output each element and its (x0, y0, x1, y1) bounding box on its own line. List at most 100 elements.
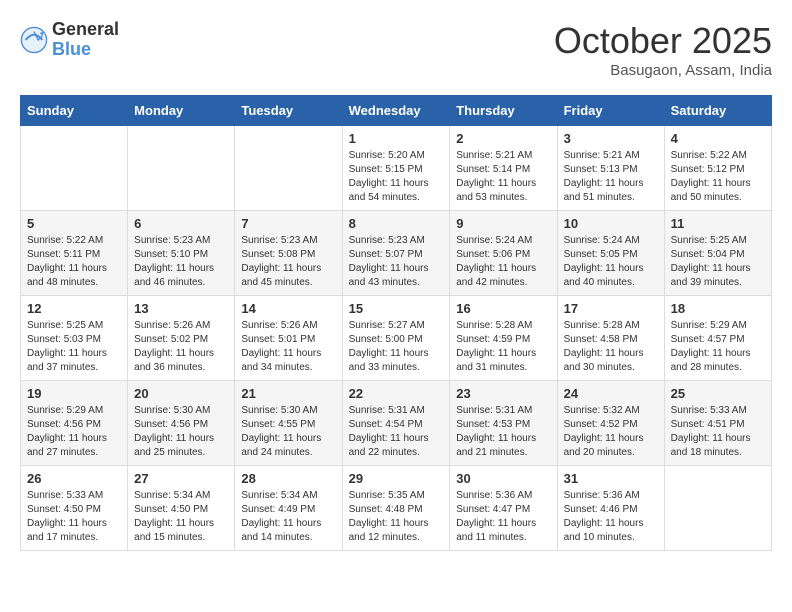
calendar-cell: 9Sunrise: 5:24 AM Sunset: 5:06 PM Daylig… (450, 211, 557, 296)
calendar-cell: 11 Sunrise: 5:25 AM Sunset: 5:04 PM Dayli… (664, 211, 771, 296)
day-info: Sunrise: 5:31 AM Sunset: 4:54 PM Dayligh… (349, 404, 444, 460)
day-info: Sunrise: 5:23 AM Sunset: 5:08 PM Dayligh… (241, 234, 335, 290)
weekday-header-sunday: Sunday (21, 96, 128, 126)
calendar-cell: 4Sunrise: 5:22 AM Sunset: 5:12 PM Daylig… (664, 126, 771, 211)
calendar-cell: 31 Sunrise: 5:36 AM Sunset: 4:46 PM Dayli… (557, 466, 664, 551)
calendar-cell (664, 466, 771, 551)
calendar-cell: 7Sunrise: 5:23 AM Sunset: 5:08 PM Daylig… (235, 211, 342, 296)
calendar-cell (128, 126, 235, 211)
day-number: 23 (456, 386, 550, 401)
location: Basugaon, Assam, India (554, 62, 772, 79)
day-info: Sunrise: 5:33 AM Sunset: 4:51 PM Dayligh… (671, 404, 765, 460)
month-title: October 2025 (554, 20, 772, 62)
day-info: Sunrise: 5:24 AM Sunset: 5:06 PM Dayligh… (456, 234, 550, 290)
day-number: 12 (27, 301, 121, 316)
day-number: 8 (349, 216, 444, 231)
logo-general: General (52, 20, 119, 40)
day-number: 30 (456, 471, 550, 486)
week-row-5: 26Sunrise: 5:33 AM Sunset: 4:50 PM Dayli… (21, 466, 772, 551)
calendar-cell: 30 Sunrise: 5:36 AM Sunset: 4:47 PM Dayli… (450, 466, 557, 551)
day-number: 1 (349, 131, 444, 146)
logo-icon (20, 26, 48, 54)
day-info: Sunrise: 5:22 AM Sunset: 5:11 PM Dayligh… (27, 234, 121, 290)
week-row-4: 19 Sunrise: 5:29 AM Sunset: 4:56 PM Dayli… (21, 381, 772, 466)
calendar-cell: 22Sunrise: 5:31 AM Sunset: 4:54 PM Dayli… (342, 381, 450, 466)
day-info: Sunrise: 5:25 AM Sunset: 5:03 PM Dayligh… (27, 319, 121, 375)
day-info: Sunrise: 5:23 AM Sunset: 5:07 PM Dayligh… (349, 234, 444, 290)
day-number: 11 (671, 216, 765, 231)
day-info: Sunrise: 5:24 AM Sunset: 5:05 PM Dayligh… (564, 234, 658, 290)
day-number: 16 (456, 301, 550, 316)
day-number: 14 (241, 301, 335, 316)
day-info: Sunrise: 5:21 AM Sunset: 5:14 PM Dayligh… (456, 149, 550, 205)
calendar-cell: 16 Sunrise: 5:28 AM Sunset: 4:59 PM Dayli… (450, 296, 557, 381)
calendar-cell: 21Sunrise: 5:30 AM Sunset: 4:55 PM Dayli… (235, 381, 342, 466)
weekday-header-row: SundayMondayTuesdayWednesdayThursdayFrid… (21, 96, 772, 126)
calendar-cell: 18Sunrise: 5:29 AM Sunset: 4:57 PM Dayli… (664, 296, 771, 381)
calendar-cell: 26Sunrise: 5:33 AM Sunset: 4:50 PM Dayli… (21, 466, 128, 551)
day-number: 17 (564, 301, 658, 316)
calendar-cell (235, 126, 342, 211)
calendar-cell: 23 Sunrise: 5:31 AM Sunset: 4:53 PM Dayli… (450, 381, 557, 466)
calendar-cell: 8 Sunrise: 5:23 AM Sunset: 5:07 PM Daylig… (342, 211, 450, 296)
calendar-cell (21, 126, 128, 211)
day-info: Sunrise: 5:35 AM Sunset: 4:48 PM Dayligh… (349, 489, 444, 545)
logo: General Blue (20, 20, 119, 60)
calendar-cell: 25 Sunrise: 5:33 AM Sunset: 4:51 PM Dayli… (664, 381, 771, 466)
day-number: 27 (134, 471, 228, 486)
calendar-cell: 6 Sunrise: 5:23 AM Sunset: 5:10 PM Daylig… (128, 211, 235, 296)
day-number: 2 (456, 131, 550, 146)
day-info: Sunrise: 5:23 AM Sunset: 5:10 PM Dayligh… (134, 234, 228, 290)
page-header: General Blue October 2025 Basugaon, Assa… (20, 20, 772, 79)
day-info: Sunrise: 5:36 AM Sunset: 4:46 PM Dayligh… (564, 489, 658, 545)
calendar-cell: 10 Sunrise: 5:24 AM Sunset: 5:05 PM Dayli… (557, 211, 664, 296)
day-number: 4 (671, 131, 765, 146)
calendar-cell: 2 Sunrise: 5:21 AM Sunset: 5:14 PM Daylig… (450, 126, 557, 211)
weekday-header-wednesday: Wednesday (342, 96, 450, 126)
day-info: Sunrise: 5:26 AM Sunset: 5:02 PM Dayligh… (134, 319, 228, 375)
day-info: Sunrise: 5:25 AM Sunset: 5:04 PM Dayligh… (671, 234, 765, 290)
day-info: Sunrise: 5:28 AM Sunset: 4:59 PM Dayligh… (456, 319, 550, 375)
day-number: 31 (564, 471, 658, 486)
calendar-cell: 12 Sunrise: 5:25 AM Sunset: 5:03 PM Dayli… (21, 296, 128, 381)
day-number: 5 (27, 216, 121, 231)
day-info: Sunrise: 5:29 AM Sunset: 4:56 PM Dayligh… (27, 404, 121, 460)
day-info: Sunrise: 5:21 AM Sunset: 5:13 PM Dayligh… (564, 149, 658, 205)
calendar-cell: 20 Sunrise: 5:30 AM Sunset: 4:56 PM Dayli… (128, 381, 235, 466)
calendar-cell: 13 Sunrise: 5:26 AM Sunset: 5:02 PM Dayli… (128, 296, 235, 381)
calendar-cell: 1 Sunrise: 5:20 AM Sunset: 5:15 PM Daylig… (342, 126, 450, 211)
day-info: Sunrise: 5:36 AM Sunset: 4:47 PM Dayligh… (456, 489, 550, 545)
day-number: 19 (27, 386, 121, 401)
day-number: 29 (349, 471, 444, 486)
week-row-1: 1 Sunrise: 5:20 AM Sunset: 5:15 PM Daylig… (21, 126, 772, 211)
day-number: 6 (134, 216, 228, 231)
day-info: Sunrise: 5:20 AM Sunset: 5:15 PM Dayligh… (349, 149, 444, 205)
day-info: Sunrise: 5:28 AM Sunset: 4:58 PM Dayligh… (564, 319, 658, 375)
day-number: 25 (671, 386, 765, 401)
day-info: Sunrise: 5:31 AM Sunset: 4:53 PM Dayligh… (456, 404, 550, 460)
calendar-cell: 14Sunrise: 5:26 AM Sunset: 5:01 PM Dayli… (235, 296, 342, 381)
day-info: Sunrise: 5:30 AM Sunset: 4:56 PM Dayligh… (134, 404, 228, 460)
weekday-header-tuesday: Tuesday (235, 96, 342, 126)
week-row-3: 12 Sunrise: 5:25 AM Sunset: 5:03 PM Dayli… (21, 296, 772, 381)
day-number: 26 (27, 471, 121, 486)
day-info: Sunrise: 5:32 AM Sunset: 4:52 PM Dayligh… (564, 404, 658, 460)
day-info: Sunrise: 5:34 AM Sunset: 4:50 PM Dayligh… (134, 489, 228, 545)
calendar-cell: 29 Sunrise: 5:35 AM Sunset: 4:48 PM Dayli… (342, 466, 450, 551)
day-number: 10 (564, 216, 658, 231)
day-number: 13 (134, 301, 228, 316)
title-block: October 2025 Basugaon, Assam, India (554, 20, 772, 79)
day-info: Sunrise: 5:34 AM Sunset: 4:49 PM Dayligh… (241, 489, 335, 545)
day-number: 3 (564, 131, 658, 146)
calendar-cell: 24 Sunrise: 5:32 AM Sunset: 4:52 PM Dayli… (557, 381, 664, 466)
day-number: 28 (241, 471, 335, 486)
calendar-cell: 27 Sunrise: 5:34 AM Sunset: 4:50 PM Dayli… (128, 466, 235, 551)
day-number: 24 (564, 386, 658, 401)
calendar-cell: 17 Sunrise: 5:28 AM Sunset: 4:58 PM Dayli… (557, 296, 664, 381)
calendar-cell: 15Sunrise: 5:27 AM Sunset: 5:00 PM Dayli… (342, 296, 450, 381)
weekday-header-saturday: Saturday (664, 96, 771, 126)
calendar: SundayMondayTuesdayWednesdayThursdayFrid… (20, 95, 772, 551)
day-info: Sunrise: 5:29 AM Sunset: 4:57 PM Dayligh… (671, 319, 765, 375)
day-number: 20 (134, 386, 228, 401)
day-info: Sunrise: 5:27 AM Sunset: 5:00 PM Dayligh… (349, 319, 444, 375)
